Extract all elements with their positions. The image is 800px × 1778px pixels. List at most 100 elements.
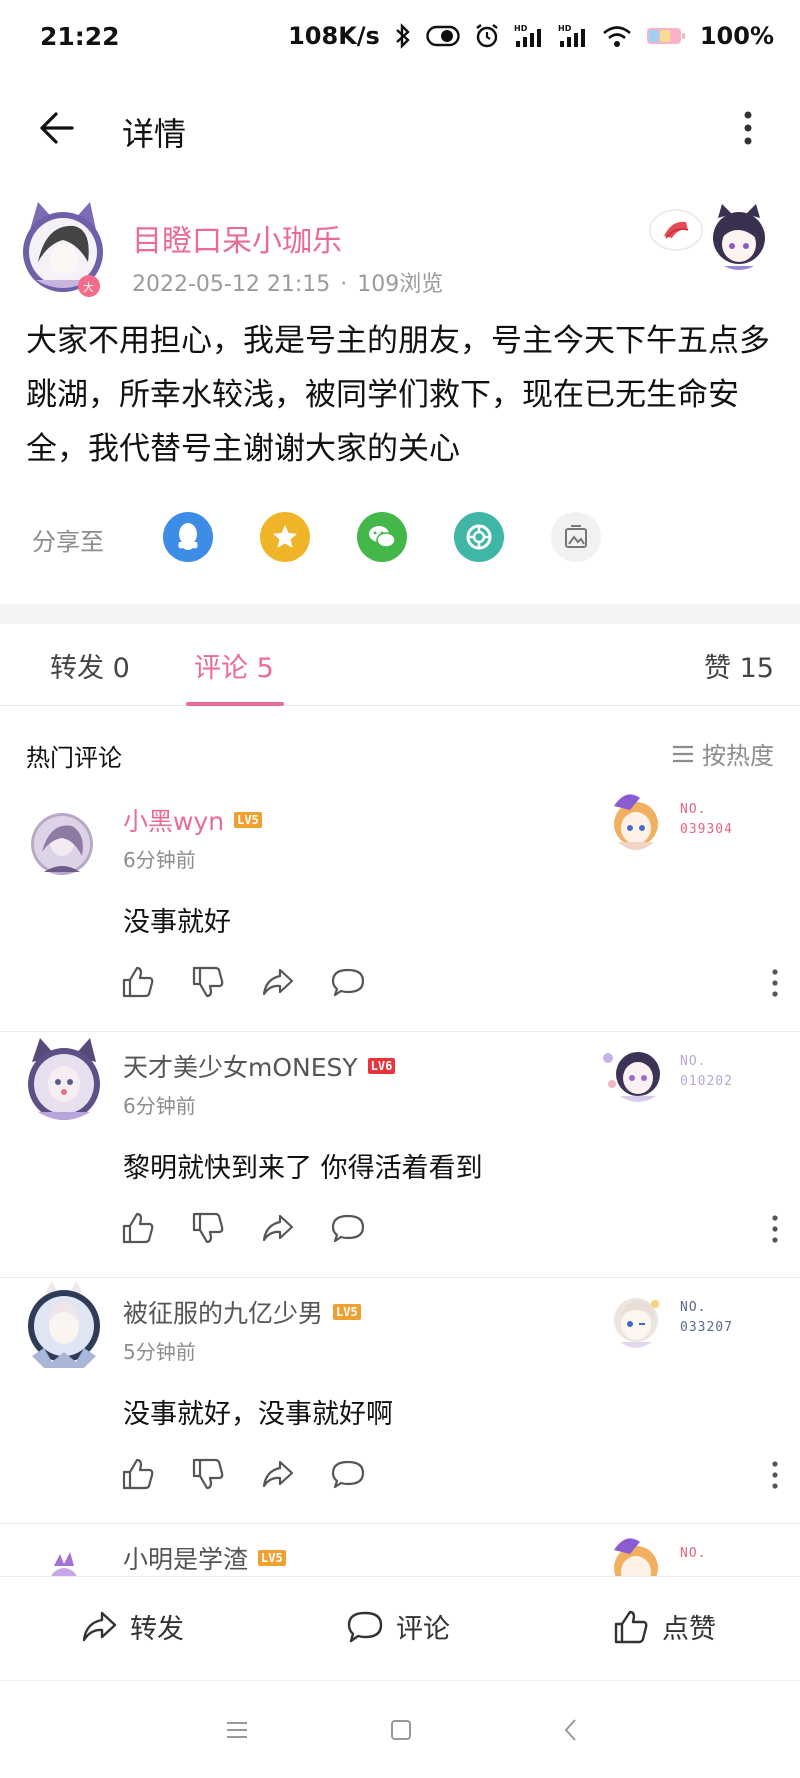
commenter-name-row: 被征服的九亿少男 LV5	[123, 1294, 361, 1330]
repost-label: 转发	[130, 1614, 184, 1645]
toggle-icon	[426, 25, 460, 47]
fan-badge-character	[614, 1298, 659, 1348]
commenter-avatar[interactable]	[22, 1536, 106, 1576]
sort-button[interactable]: 按热度	[672, 736, 774, 771]
thumbs-up-icon[interactable]	[120, 1456, 156, 1492]
commenter-avatar[interactable]	[22, 1038, 106, 1122]
nav-back-icon[interactable]	[556, 1715, 586, 1745]
share-label: 分享至	[32, 528, 104, 556]
commenter-avatar[interactable]	[22, 1280, 106, 1368]
author-name[interactable]: 目瞪口呆小珈乐	[132, 216, 342, 260]
comment-item: 小明是学渣 LV5 NO.	[0, 1524, 800, 1576]
share-arrow-icon[interactable]	[260, 964, 296, 1000]
wifi-icon	[603, 26, 631, 47]
commenter-name[interactable]: 小明是学渣	[123, 1540, 248, 1576]
share-arrow-icon[interactable]	[260, 1456, 296, 1492]
sort-label: 按热度	[702, 742, 774, 770]
thumbs-up-icon[interactable]	[120, 964, 156, 1000]
section-divider	[0, 604, 800, 624]
comment-time: 6分钟前	[123, 1094, 196, 1118]
reply-bubble-icon[interactable]	[330, 1456, 366, 1492]
commenter-name[interactable]: 小黑wyn	[123, 802, 224, 838]
thumbs-down-icon[interactable]	[190, 964, 226, 1000]
level-badge: LV6	[367, 1058, 396, 1074]
tab-comments[interactable]: 评论 5	[194, 646, 274, 685]
fan-badge-number: NO. 010202	[680, 1054, 733, 1089]
comment-actions	[120, 1210, 780, 1250]
fan-badge-character	[603, 1052, 660, 1102]
fan-badge-number: NO. 039304	[680, 802, 733, 837]
reply-bubble-icon[interactable]	[330, 1210, 366, 1246]
commenter-name-row: 小黑wyn LV5	[123, 802, 262, 838]
signal-hd-icon: HD	[514, 24, 541, 47]
fan-badge-character	[614, 1538, 658, 1576]
fan-badge-number: NO. 033207	[680, 1300, 733, 1335]
thumbs-up-icon[interactable]	[120, 1210, 156, 1246]
fan-badge: NO. 039304	[600, 786, 760, 856]
commenter-name-row: 天才美少女mONESY LV6	[123, 1048, 396, 1084]
share-arrow-icon[interactable]	[260, 1210, 296, 1246]
app-bar: 详情	[0, 72, 800, 184]
repost-icon	[82, 1611, 117, 1641]
svg-text:HD: HD	[558, 24, 572, 33]
like-icon	[614, 1610, 648, 1643]
comment-more-icon[interactable]	[770, 968, 780, 998]
image-share-icon	[565, 525, 587, 548]
image-share-button[interactable]	[551, 512, 601, 562]
post-body: 大家不用担心，我是号主的朋友，号主今天下午五点多跳湖，所幸水较浅，被同学们救下，…	[26, 323, 770, 467]
commenter-name-row: 小明是学渣 LV5	[123, 1540, 286, 1576]
comment-button[interactable]: 评论	[346, 1607, 450, 1646]
tab-repost[interactable]: 转发 0	[50, 646, 130, 685]
battery-icon	[646, 28, 685, 44]
post-views: 109浏览	[357, 272, 444, 297]
moments-share-button[interactable]	[454, 512, 504, 562]
more-vertical-icon[interactable]	[738, 108, 758, 148]
signal-hd-icon-2: HD	[558, 24, 585, 47]
battery-percent: 100%	[699, 22, 774, 50]
qq-icon	[178, 523, 198, 550]
system-nav-bar	[0, 1680, 800, 1778]
level-badge: LV5	[258, 1550, 286, 1566]
tab-bar: 转发 0 评论 5 赞 15	[0, 624, 800, 706]
fan-badge: NO. 010202	[600, 1038, 760, 1108]
status-time: 21:22	[40, 21, 120, 51]
qq-share-button[interactable]	[163, 512, 213, 562]
like-label: 点赞	[662, 1614, 716, 1645]
svg-text:HD: HD	[514, 24, 528, 33]
fan-badge: NO. 033207	[600, 1284, 760, 1354]
active-tab-indicator	[186, 702, 284, 706]
author-avatar[interactable]: 大	[16, 200, 110, 300]
post-date: 2022-05-12 21:15	[132, 272, 331, 297]
fan-badge-character	[614, 794, 658, 850]
commenter-avatar[interactable]	[22, 808, 106, 892]
thumbs-down-icon[interactable]	[190, 1210, 226, 1246]
comment-actions	[120, 964, 780, 1004]
wechat-share-button[interactable]	[357, 512, 407, 562]
bluetooth-icon	[396, 23, 410, 49]
like-button[interactable]: 点赞	[612, 1607, 716, 1646]
qzone-share-button[interactable]	[260, 512, 310, 562]
comment-more-icon[interactable]	[770, 1460, 780, 1490]
comment-time: 5分钟前	[123, 1340, 196, 1364]
network-speed: 108K/s	[288, 22, 380, 50]
page-title: 详情	[122, 115, 187, 153]
comment-text: 没事就好	[123, 907, 231, 938]
back-arrow-icon[interactable]	[36, 108, 76, 148]
share-row: 分享至	[0, 508, 800, 564]
level-badge: LV5	[234, 812, 262, 828]
comment-item: 天才美少女mONESY LV6 6分钟前 黎明就快到来了 你得活着看到 NO. 0…	[0, 1032, 800, 1278]
home-icon[interactable]	[386, 1715, 416, 1745]
qzone-icon	[273, 525, 297, 548]
comment-label: 评论	[396, 1614, 450, 1645]
repost-button[interactable]: 转发	[80, 1607, 184, 1646]
tab-likes[interactable]: 赞 15	[704, 646, 774, 685]
alarm-icon	[476, 24, 498, 48]
comment-text: 黎明就快到来了 你得活着看到	[123, 1153, 483, 1184]
commenter-name[interactable]: 被征服的九亿少男	[123, 1294, 323, 1330]
comment-more-icon[interactable]	[770, 1214, 780, 1244]
commenter-name[interactable]: 天才美少女mONESY	[123, 1048, 358, 1084]
menu-icon[interactable]	[222, 1715, 252, 1745]
reply-bubble-icon[interactable]	[330, 964, 366, 1000]
comment-item: 被征服的九亿少男 LV5 5分钟前 没事就好，没事就好啊 NO. 033207	[0, 1278, 800, 1524]
thumbs-down-icon[interactable]	[190, 1456, 226, 1492]
